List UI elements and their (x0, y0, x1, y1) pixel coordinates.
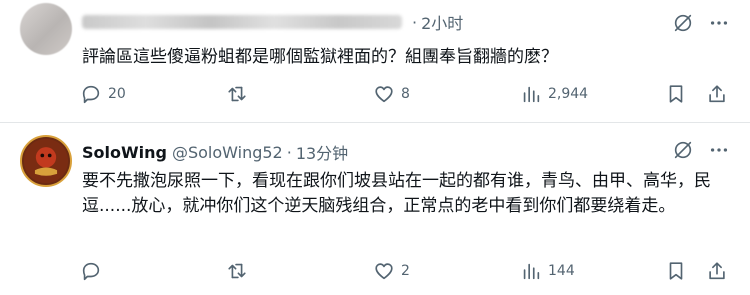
like-count: 8 (401, 86, 410, 102)
more-icon[interactable] (708, 139, 730, 161)
retweet-button[interactable] (226, 82, 254, 106)
bookmark-button[interactable] (665, 82, 687, 106)
retweet-button[interactable] (226, 259, 254, 283)
tweet[interactable]: · 2小时 評論區這些傻逼粉蛆都是哪個監獄裡面的？組團奉旨翻牆的麽？ 20 8 … (0, 0, 750, 122)
bookmark-icon (669, 85, 683, 103)
reply-button[interactable] (80, 259, 108, 283)
like-button[interactable]: 2 (373, 259, 410, 283)
share-button[interactable] (706, 82, 728, 106)
views-icon (523, 86, 540, 103)
reply-count: 20 (108, 86, 126, 102)
views-button[interactable]: 2,944 (520, 82, 588, 106)
separator-dot: · (412, 12, 418, 32)
views-count: 144 (548, 263, 575, 279)
separator-dot: · (286, 142, 292, 162)
tweet[interactable]: SoloWing @SoloWing52 · 13分钟 要不先撒泡尿照一下，看现… (0, 122, 750, 295)
grok-icon[interactable] (672, 139, 694, 161)
retweet-icon (228, 86, 246, 102)
like-count: 2 (401, 263, 410, 279)
tweet-text: 要不先撒泡尿照一下，看现在跟你们坡县站在一起的都有谁，青鸟、由甲、高华，民逗..… (82, 171, 711, 216)
views-count: 2,944 (548, 86, 589, 102)
reply-icon (82, 262, 100, 281)
avatar[interactable] (20, 135, 72, 187)
reply-button[interactable]: 20 (80, 82, 126, 106)
avatar[interactable] (20, 3, 72, 55)
views-icon (523, 263, 540, 280)
reply-icon (82, 85, 100, 104)
action-bar: 2 144 (80, 259, 730, 283)
retweet-icon (228, 263, 246, 279)
tweet-text: 評論區這些傻逼粉蛆都是哪個監獄裡面的？組團奉旨翻牆的麽？ (82, 47, 558, 67)
views-button[interactable]: 144 (520, 259, 575, 283)
author-display-name[interactable]: SoloWing (82, 143, 167, 162)
share-icon (709, 262, 725, 280)
grok-icon[interactable] (672, 12, 694, 34)
bookmark-icon (669, 262, 683, 280)
share-button[interactable] (706, 259, 728, 283)
timestamp[interactable]: 13分钟 (296, 140, 348, 164)
timestamp[interactable]: 2小时 (421, 10, 463, 34)
share-icon (709, 85, 725, 103)
tweet-header: SoloWing @SoloWing52 · 13分钟 (82, 140, 348, 164)
like-button[interactable]: 8 (373, 82, 410, 106)
like-icon (375, 86, 393, 103)
tweet-header: · 2小时 (82, 10, 463, 34)
action-bar: 20 8 2,944 (80, 82, 730, 106)
blurred-author-name[interactable] (82, 15, 402, 29)
bookmark-button[interactable] (665, 259, 687, 283)
author-handle[interactable]: @SoloWing52 (172, 143, 283, 162)
more-icon[interactable] (708, 12, 730, 34)
like-icon (375, 263, 393, 280)
